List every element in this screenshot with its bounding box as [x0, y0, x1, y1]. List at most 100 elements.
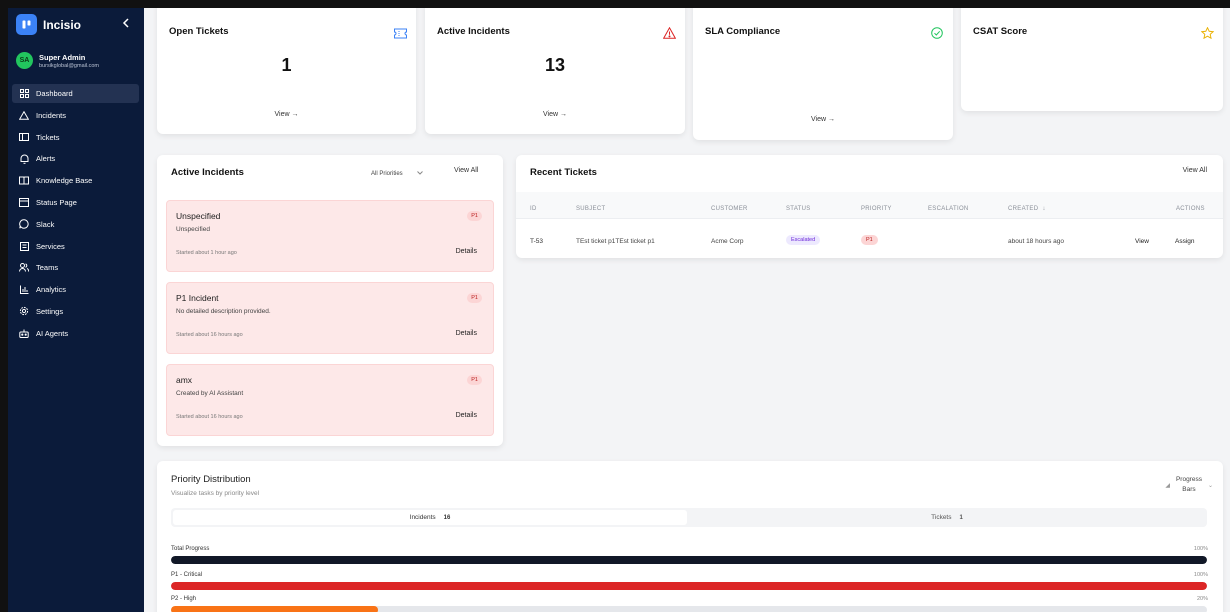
- user-email: bursikglobal@gmail.com: [39, 62, 99, 69]
- incident-title: P1 Incident: [176, 293, 219, 303]
- ticket-icon: [394, 26, 407, 39]
- tab-count: 16: [443, 514, 451, 521]
- status-icon: [19, 197, 29, 207]
- sidebar-nav: Dashboard Incidents Tickets Alerts Knowl…: [12, 84, 139, 346]
- robot-icon: [19, 328, 29, 338]
- stat-title: CSAT Score: [973, 26, 1028, 37]
- tab-label: Tickets: [931, 514, 952, 521]
- column-header-customer: CUSTOMER: [711, 206, 748, 212]
- column-header-priority: PRIORITY: [861, 206, 892, 212]
- view-active-incidents-link[interactable]: View →: [425, 111, 685, 118]
- user-profile[interactable]: SA Super Admin bursikglobal@gmail.com: [16, 52, 99, 69]
- stat-value: 1: [281, 55, 292, 75]
- incident-started-time: Started about 1 hour ago: [176, 250, 237, 256]
- column-header-label: CREATED: [1008, 206, 1039, 212]
- view-all-tickets-link[interactable]: View All: [1183, 167, 1207, 174]
- panel-title: Active Incidents: [171, 167, 244, 178]
- sidebar-item-services[interactable]: Services: [12, 237, 139, 256]
- sidebar-item-ai-agents[interactable]: AI Agents: [12, 324, 139, 343]
- tab-count: 1: [959, 514, 963, 521]
- details-button[interactable]: Details: [456, 248, 477, 255]
- incident-description: No detailed description provided.: [176, 308, 271, 315]
- ticket-id: T-53: [530, 238, 544, 245]
- bell-icon: [19, 154, 29, 164]
- grid-icon: [19, 89, 29, 99]
- chevron-left-icon[interactable]: [122, 17, 130, 31]
- view-all-incidents-link[interactable]: View All: [454, 167, 478, 174]
- book-icon: [19, 176, 29, 186]
- incident-card[interactable]: P1 Incident P1 No detailed description p…: [166, 282, 494, 354]
- logo-icon: [16, 14, 37, 35]
- incident-title: Unspecified: [176, 211, 221, 221]
- check-circle-icon: [931, 26, 943, 39]
- star-icon: [1200, 26, 1215, 40]
- filter-value: All Priorities: [371, 170, 403, 177]
- panel-title: Recent Tickets: [530, 167, 597, 178]
- view-open-tickets-link[interactable]: View →: [157, 111, 416, 118]
- sidebar-item-tickets[interactable]: Tickets: [12, 128, 139, 147]
- ticket-subject[interactable]: TEst ticket p1TEst ticket p1: [576, 238, 655, 245]
- view-ticket-button[interactable]: View: [1135, 238, 1149, 245]
- bar-label: P2 - High: [171, 596, 197, 602]
- view-mode-select[interactable]: ◢ Progress Bars ⌄: [1165, 475, 1213, 495]
- stat-title: Open Tickets: [169, 26, 229, 37]
- stat-value: 13: [544, 55, 566, 75]
- bar-percent: 100%: [1193, 546, 1208, 552]
- brand[interactable]: Incisio: [16, 14, 81, 35]
- incident-description: Unspecified: [176, 226, 210, 233]
- sidebar-item-label: AI Agents: [36, 328, 69, 338]
- stat-card-csat-score: CSAT Score: [961, 8, 1223, 111]
- tab-incidents[interactable]: Incidents 16: [173, 510, 687, 525]
- details-button[interactable]: Details: [456, 412, 477, 419]
- tab-bar: Incidents 16 Tickets 1: [171, 508, 1207, 527]
- app-window: Incisio SA Super Admin bursikglobal@gmai…: [8, 8, 1230, 612]
- sidebar-item-label: Knowledge Base: [36, 176, 93, 186]
- warning-icon: [662, 26, 677, 39]
- sidebar: Incisio SA Super Admin bursikglobal@gmai…: [8, 8, 144, 612]
- stat-card-sla-compliance: SLA Compliance View →: [693, 8, 953, 140]
- priority-badge: P1: [861, 235, 878, 245]
- priority-badge: P1: [467, 211, 482, 221]
- sidebar-item-slack[interactable]: Slack: [12, 215, 139, 234]
- chevron-down-icon: ⌄: [1207, 482, 1213, 489]
- tab-tickets[interactable]: Tickets 1: [689, 510, 1205, 525]
- arrow-down-icon: ↓: [1042, 206, 1046, 212]
- progress-fill: [171, 606, 379, 612]
- panel-title: Priority Distribution: [171, 474, 251, 485]
- column-header-escalation: ESCALATION: [928, 206, 969, 212]
- sidebar-item-alerts[interactable]: Alerts: [12, 149, 139, 168]
- priority-badge: P1: [467, 375, 482, 385]
- app-name: Incisio: [43, 17, 82, 32]
- stat-card-active-incidents: Active Incidents 13 View →: [425, 8, 685, 134]
- column-header-created[interactable]: CREATED ↓: [1008, 206, 1046, 212]
- incident-card[interactable]: amx P1 Created by AI Assistant Started a…: [166, 364, 494, 436]
- stat-title: Active Incidents: [437, 26, 510, 37]
- bar-chart-icon: [19, 285, 29, 295]
- sidebar-item-teams[interactable]: Teams: [12, 258, 139, 277]
- progress-bar-p2: [171, 606, 1207, 612]
- chat-icon: [19, 219, 29, 229]
- view-sla-link[interactable]: View →: [693, 116, 953, 123]
- stat-card-open-tickets: Open Tickets 1 View →: [157, 8, 416, 134]
- sidebar-item-status-page[interactable]: Status Page: [12, 193, 139, 212]
- ticket-icon: [19, 132, 29, 142]
- sidebar-item-label: Services: [36, 241, 65, 251]
- bar-label: P1 - Critical: [171, 572, 203, 578]
- sidebar-item-incidents[interactable]: Incidents: [12, 106, 139, 125]
- priority-filter-select[interactable]: All Priorities: [371, 166, 441, 181]
- priority-badge: P1: [467, 293, 482, 303]
- sidebar-item-knowledge-base[interactable]: Knowledge Base: [12, 171, 139, 190]
- user-name: Super Admin: [39, 52, 86, 62]
- progress-fill: [171, 582, 1207, 590]
- gear-icon: [19, 306, 29, 316]
- incident-card[interactable]: Unspecified P1 Unspecified Started about…: [166, 200, 494, 272]
- bar-percent: 100%: [1193, 572, 1208, 578]
- sidebar-item-settings[interactable]: Settings: [12, 302, 139, 321]
- sidebar-item-dashboard[interactable]: Dashboard: [12, 84, 139, 103]
- assign-ticket-button[interactable]: Assign: [1175, 238, 1195, 245]
- details-button[interactable]: Details: [456, 330, 477, 337]
- stat-title: SLA Compliance: [705, 26, 781, 37]
- sidebar-item-label: Status Page: [36, 197, 77, 207]
- tab-label: Incidents: [409, 514, 436, 521]
- sidebar-item-analytics[interactable]: Analytics: [12, 280, 139, 299]
